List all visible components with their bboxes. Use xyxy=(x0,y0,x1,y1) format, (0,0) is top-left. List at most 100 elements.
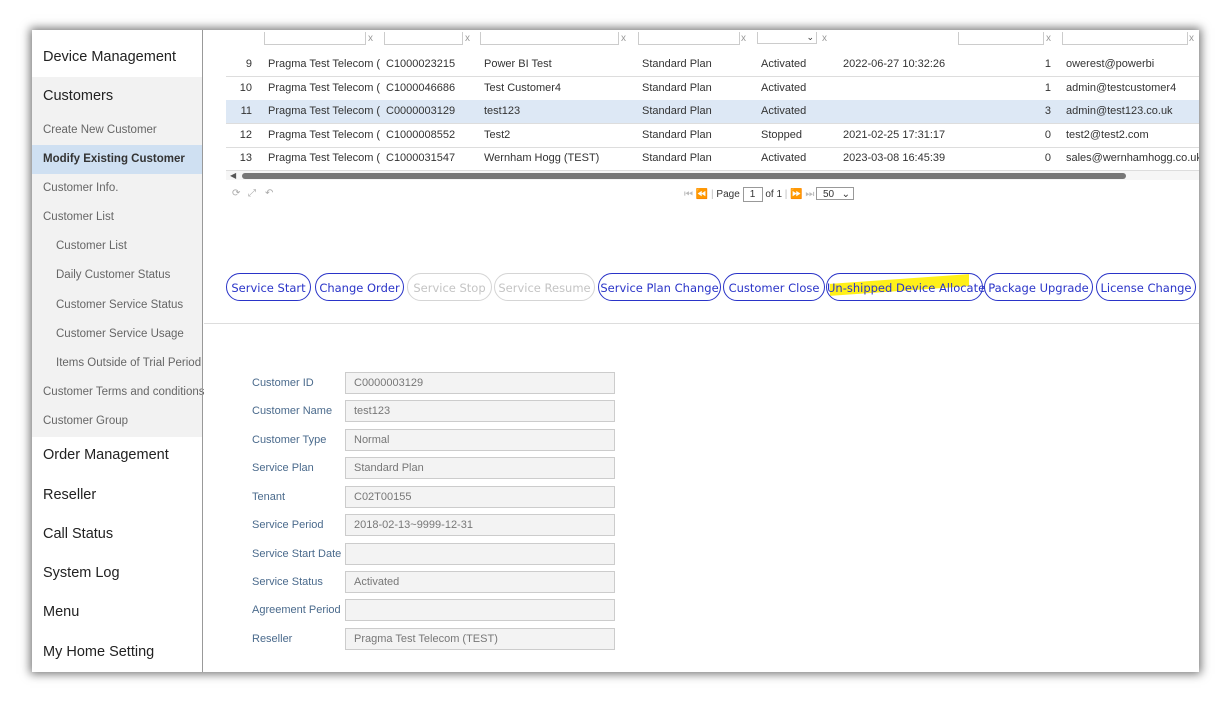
cell-date: 2023-03-08 16:45:39 xyxy=(843,152,946,164)
cell-customer-name: Power BI Test xyxy=(484,58,552,70)
chevron-down-icon: ⌄ xyxy=(841,189,850,200)
page-input[interactable]: 1 xyxy=(742,187,763,202)
nav-modify-existing-customer[interactable]: Modify Existing Customer xyxy=(32,145,203,174)
page-size-select[interactable]: 50 ⌄ xyxy=(816,187,854,200)
unshipped-device-allocate-button[interactable]: Un-shipped Device Allocate xyxy=(826,273,985,301)
table-row[interactable]: 9 Pragma Test Telecom (TE C1000023215 Po… xyxy=(226,53,1199,77)
table-row[interactable]: 13 Pragma Test Telecom (TE C1000031547 W… xyxy=(226,147,1199,171)
cell-email: sales@wernhamhogg.co.uk xyxy=(1066,152,1199,164)
nav-device-management[interactable]: Device Management xyxy=(32,38,203,76)
pager: ⏮ ⏪ | Page 1 of 1 | ⏩ ⏭ xyxy=(684,187,815,202)
package-upgrade-button[interactable]: Package Upgrade xyxy=(984,273,1093,301)
table-row-selected[interactable]: 11 Pragma Test Telecom (TE C0000003129 t… xyxy=(226,100,1199,124)
nav-system-log[interactable]: System Log xyxy=(32,554,203,592)
nav-my-home-setting[interactable]: My Home Setting xyxy=(32,633,203,671)
prev-page-icon[interactable]: ⏪ xyxy=(696,189,708,200)
clear-filter-icon[interactable]: x xyxy=(368,33,373,44)
service-resume-button[interactable]: Service Resume xyxy=(494,273,595,301)
service-plan-field: Standard Plan xyxy=(345,457,615,479)
clear-filter-icon[interactable]: x xyxy=(465,33,470,44)
clear-filter-icon[interactable]: x xyxy=(1046,33,1051,44)
cell-status: Activated xyxy=(761,152,807,164)
undo-icon[interactable]: ↶ xyxy=(265,188,273,199)
page-of-label: of 1 xyxy=(765,189,783,201)
filter-customer-id[interactable] xyxy=(384,32,463,45)
cell-reseller: Pragma Test Telecom (TE xyxy=(268,82,380,94)
cell-no: 11 xyxy=(240,105,252,117)
last-page-icon[interactable]: ⏭ xyxy=(805,189,814,200)
refresh-icon[interactable]: ⟳ xyxy=(232,188,240,199)
first-page-icon[interactable]: ⏮ xyxy=(684,189,693,200)
nav-customer-list[interactable]: Customer List xyxy=(32,232,203,261)
cell-reseller: Pragma Test Telecom (TE xyxy=(268,105,380,117)
cell-email: admin@test123.co.uk xyxy=(1066,105,1173,117)
agreement-period-field xyxy=(345,599,615,621)
cell-status: Stopped xyxy=(761,129,802,141)
tenant-label: Tenant xyxy=(252,491,286,503)
service-plan-change-button[interactable]: Service Plan Change xyxy=(598,273,721,301)
cell-count: 1 xyxy=(1044,58,1051,70)
nav-items-outside-trial[interactable]: Items Outside of Trial Period xyxy=(32,349,203,378)
section-divider xyxy=(204,323,1199,324)
customer-type-label: Customer Type xyxy=(252,434,327,446)
cell-customer-id: C1000046686 xyxy=(386,82,456,94)
next-page-icon[interactable]: ⏩ xyxy=(790,189,802,200)
cell-customer-name: Wernham Hogg (TEST) xyxy=(484,152,600,164)
cell-email: owerest@powerbi xyxy=(1066,58,1155,70)
clear-filter-icon[interactable]: x xyxy=(621,33,626,44)
nav-order-management[interactable]: Order Management xyxy=(32,436,203,474)
table-row[interactable]: 12 Pragma Test Telecom (TE C1000008552 T… xyxy=(226,124,1199,148)
cell-customer-name: test123 xyxy=(484,105,521,117)
nav-customer-service-status[interactable]: Customer Service Status xyxy=(32,291,203,320)
nav-menu[interactable]: Menu xyxy=(32,593,203,631)
filter-status-select[interactable]: ⌄ xyxy=(757,32,817,44)
nav-customer-terms[interactable]: Customer Terms and conditions xyxy=(32,378,205,407)
cell-customer-name: Test2 xyxy=(484,129,511,141)
fullscreen-icon[interactable]: ⤢ xyxy=(248,188,256,199)
nav-create-new-customer[interactable]: Create New Customer xyxy=(32,116,203,145)
service-start-button[interactable]: Service Start xyxy=(226,273,311,301)
cell-date: 2021-02-25 17:31:17 xyxy=(843,129,946,141)
table-row[interactable]: 10 Pragma Test Telecom (TE C1000046686 T… xyxy=(226,77,1199,101)
customer-close-button[interactable]: Customer Close xyxy=(723,273,825,301)
change-order-button[interactable]: Change Order xyxy=(315,273,404,301)
cell-reseller: Pragma Test Telecom (TE xyxy=(268,152,380,164)
nav-reseller[interactable]: Reseller xyxy=(32,476,203,514)
sidebar: Device Management Customers Create New C… xyxy=(32,30,205,672)
scrollbar-thumb[interactable] xyxy=(242,173,1126,179)
page-size-value: 50 xyxy=(823,189,835,200)
page-label: Page xyxy=(716,189,740,201)
cell-date: 2022-06-27 10:32:26 xyxy=(843,58,946,70)
app-window: Device Management Customers Create New C… xyxy=(32,30,1199,672)
cell-email: test2@test2.com xyxy=(1066,129,1149,141)
service-stop-button[interactable]: Service Stop xyxy=(407,273,492,301)
license-change-button[interactable]: License Change xyxy=(1096,273,1196,301)
cell-plan: Standard Plan xyxy=(642,58,712,70)
cell-customer-id: C0000003129 xyxy=(386,105,456,117)
nav-customers[interactable]: Customers xyxy=(32,77,203,115)
nav-customer-list-group[interactable]: Customer List xyxy=(32,203,203,232)
clear-filter-icon[interactable]: x xyxy=(1189,33,1194,44)
cell-plan: Standard Plan xyxy=(642,129,712,141)
cell-email: admin@testcustomer4 xyxy=(1066,82,1177,94)
service-status-label: Service Status xyxy=(252,576,323,588)
cell-count: 1 xyxy=(1044,82,1051,94)
nav-customer-info[interactable]: Customer Info. xyxy=(32,174,203,203)
agreement-period-label: Agreement Period xyxy=(252,604,341,616)
clear-filter-icon[interactable]: x xyxy=(822,33,827,44)
filter-plan[interactable] xyxy=(638,32,740,45)
nav-call-status[interactable]: Call Status xyxy=(32,515,203,553)
nav-customer-service-usage[interactable]: Customer Service Usage xyxy=(32,320,203,349)
filter-reseller[interactable] xyxy=(264,32,366,45)
clear-filter-icon[interactable]: x xyxy=(741,33,746,44)
reseller-label: Reseller xyxy=(252,633,293,645)
filter-email[interactable] xyxy=(1062,32,1188,45)
nav-customer-group[interactable]: Customer Group xyxy=(32,407,203,436)
nav-daily-customer-status[interactable]: Daily Customer Status xyxy=(32,261,203,290)
scroll-left-icon[interactable]: ◀ xyxy=(230,171,236,180)
chevron-down-icon: ⌄ xyxy=(806,32,814,42)
filter-customer-name[interactable] xyxy=(480,32,619,45)
cell-plan: Standard Plan xyxy=(642,82,712,94)
horizontal-scrollbar[interactable]: ◀ xyxy=(226,171,1199,180)
filter-count[interactable] xyxy=(958,32,1044,45)
